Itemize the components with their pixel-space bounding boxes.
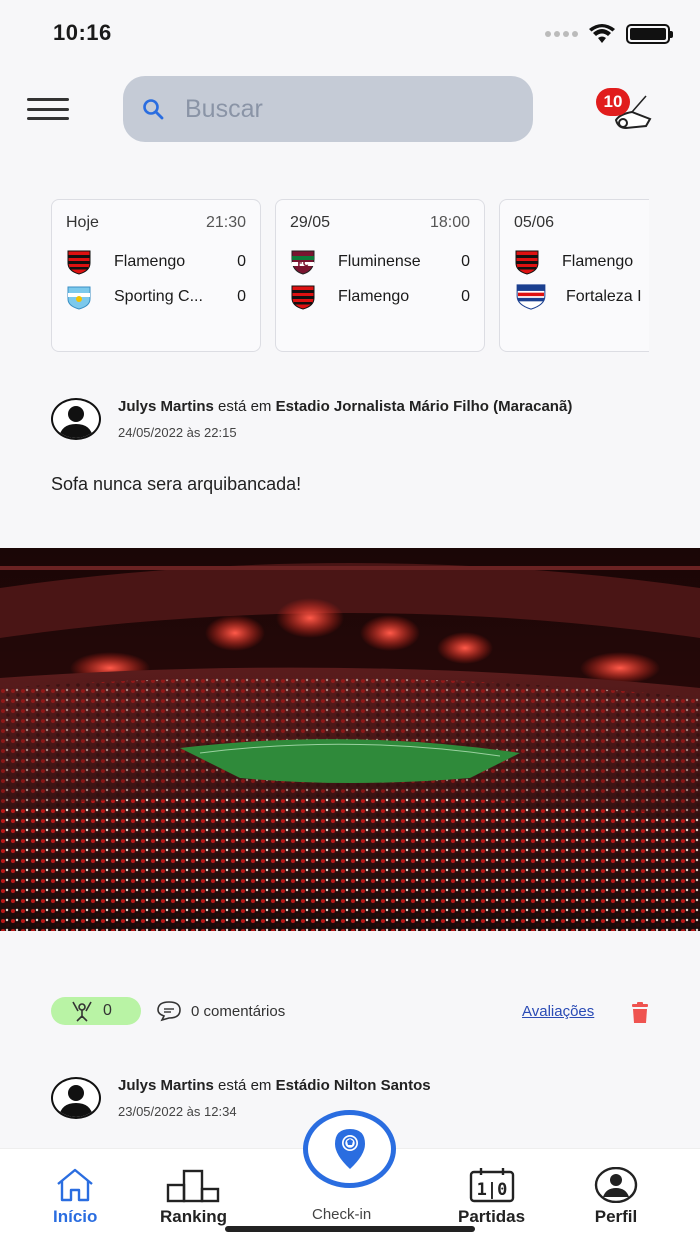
search-input[interactable]	[185, 94, 505, 124]
post-place[interactable]: Estadio Jornalista Mário Filho (Maracanã…	[276, 398, 573, 415]
team-row: Flamengo	[514, 244, 649, 279]
signal-icon	[545, 31, 578, 37]
reviews-link[interactable]: Avaliações	[522, 1003, 594, 1020]
post-header: Julys Martins está em Estadio Jornalista…	[51, 398, 572, 440]
post-title: Julys Martins está em Estádio Nilton San…	[118, 1077, 431, 1094]
cheer-icon	[72, 1001, 92, 1022]
post-verb: está em	[218, 1077, 272, 1094]
home-icon	[57, 1168, 93, 1202]
team-name: Flamengo	[338, 287, 410, 305]
top-bar: 10	[0, 76, 700, 144]
game-date: 05/06	[514, 214, 555, 231]
trash-icon[interactable]	[629, 1002, 651, 1024]
game-card[interactable]: 05/06 1 Flamengo Fortaleza I	[499, 199, 649, 352]
post-header: Julys Martins está em Estádio Nilton San…	[51, 1077, 431, 1119]
user-icon	[59, 1085, 93, 1117]
nav-profile-label: Perfil	[594, 1207, 638, 1226]
user-icon	[59, 406, 93, 438]
team-row: Fortaleza I	[514, 279, 649, 314]
battery-icon	[626, 24, 673, 44]
team-name: Flamengo	[562, 252, 634, 270]
post-user[interactable]: Julys Martins	[118, 1077, 214, 1094]
status-time: 10:16	[53, 20, 112, 45]
comment-icon	[157, 1001, 181, 1022]
notification-badge: 10	[596, 88, 630, 116]
podium-icon	[166, 1169, 219, 1203]
team-row: Sporting C... 0	[66, 279, 246, 314]
team-name: Fluminense	[338, 252, 421, 270]
team-score: 0	[461, 287, 470, 305]
checkin-label: Check-in	[312, 1206, 372, 1223]
team-name: Sporting C...	[114, 287, 203, 305]
flamengo-crest-icon	[515, 250, 539, 275]
team-score: 0	[237, 287, 246, 305]
post-text: Sofa nunca sera arquibancada!	[51, 474, 302, 494]
fortaleza-crest-icon	[516, 283, 546, 310]
team-name: Fortaleza I	[566, 287, 642, 305]
nav-matches-label: Partidas	[458, 1207, 526, 1226]
team-score: 0	[461, 252, 470, 270]
games-track: Hoje 21:30 Flamengo 0 Sporting C... 0 29…	[51, 199, 649, 352]
post-place[interactable]: Estádio Nilton Santos	[276, 1077, 431, 1094]
nav-home[interactable]: Início	[53, 1167, 97, 1227]
post-date: 24/05/2022 às 22:15	[118, 425, 237, 440]
post-image[interactable]	[0, 548, 700, 931]
post-date: 23/05/2022 às 12:34	[118, 1104, 237, 1119]
cheer-button[interactable]: 0	[51, 997, 141, 1025]
comments-label: 0 comentários	[191, 1002, 286, 1020]
checkin-button[interactable]	[303, 1110, 396, 1188]
game-time: 21:30	[205, 214, 246, 231]
game-time: 18:00	[429, 214, 470, 231]
status-bar: 10:16	[0, 0, 700, 70]
nav-profile[interactable]: Perfil	[594, 1167, 638, 1227]
profile-icon	[594, 1167, 638, 1203]
status-icons	[545, 24, 673, 44]
post-verb: está em	[218, 398, 272, 415]
nav-ranking[interactable]: Ranking	[160, 1167, 227, 1227]
wifi-icon	[589, 24, 615, 43]
team-row: FC Fluminense 0	[290, 244, 470, 279]
team-score: 0	[237, 252, 246, 270]
fluminense-crest-icon: FC	[291, 250, 315, 275]
games-carousel[interactable]: Hoje 21:30 Flamengo 0 Sporting C... 0 29…	[51, 199, 649, 353]
nav-matches[interactable]: 1|0 Partidas	[458, 1167, 525, 1227]
search-icon	[143, 99, 164, 120]
post-actions: 0 0 comentários Avaliações	[51, 996, 651, 1026]
notification-button[interactable]: 10	[596, 86, 656, 136]
menu-icon[interactable]	[27, 98, 69, 120]
avatar[interactable]	[51, 1077, 101, 1119]
nav-ranking-label: Ranking	[160, 1207, 228, 1226]
stadium-photo	[0, 548, 700, 931]
cheer-count: 0	[103, 1002, 112, 1019]
team-row: Flamengo 0	[66, 244, 246, 279]
sporting-cristal-crest-icon	[67, 286, 91, 310]
game-date: Hoje	[66, 214, 99, 231]
game-card[interactable]: Hoje 21:30 Flamengo 0 Sporting C... 0	[51, 199, 261, 352]
location-pin-icon	[334, 1129, 365, 1169]
scoreboard-icon: 1|0	[469, 1168, 514, 1203]
svg-text:1|0: 1|0	[476, 1180, 507, 1200]
team-row: Flamengo 0	[290, 279, 470, 314]
svg-text:FC: FC	[297, 259, 308, 268]
game-card[interactable]: 29/05 18:00 FC Fluminense 0 Flamengo 0	[275, 199, 485, 352]
flamengo-crest-icon	[67, 250, 91, 275]
nav-home-label: Início	[53, 1207, 98, 1226]
comments-button[interactable]: 0 comentários	[156, 1000, 285, 1022]
team-name: Flamengo	[114, 252, 186, 270]
home-indicator	[225, 1226, 475, 1232]
game-date: 29/05	[290, 214, 331, 231]
post-user[interactable]: Julys Martins	[118, 398, 214, 415]
search-bar[interactable]	[123, 76, 533, 142]
flamengo-crest-icon	[291, 285, 315, 310]
post-title: Julys Martins está em Estadio Jornalista…	[118, 398, 572, 415]
avatar[interactable]	[51, 398, 101, 440]
